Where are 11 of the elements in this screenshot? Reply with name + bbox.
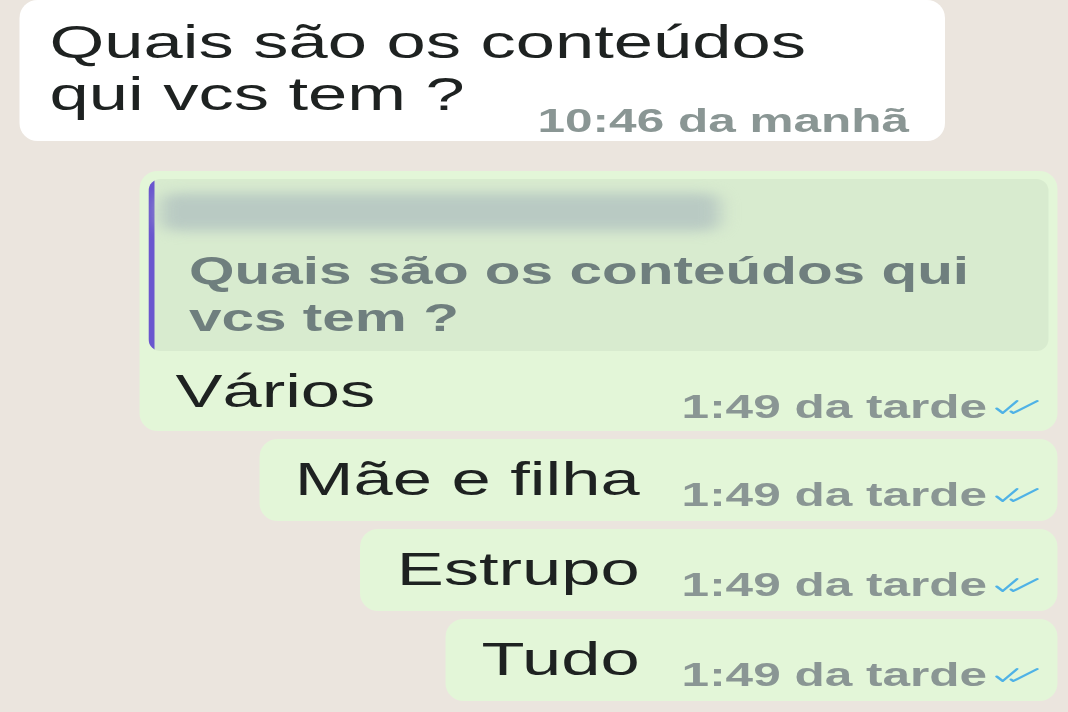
message-text: Tudo	[481, 632, 640, 685]
message-time: 1:49 da tarde	[681, 476, 987, 513]
message-time: 1:49 da tarde	[681, 388, 987, 425]
message-time: 10:46 da manhã	[537, 104, 909, 137]
quoted-message[interactable]: Quais são os conteúdos qui vcs tem ?	[148, 179, 1049, 351]
message-time: 1:49 da tarde	[681, 566, 987, 603]
message-time: 1:49 da tarde	[681, 656, 987, 693]
message-text: Estrupo	[396, 542, 640, 595]
message-text: Mãe e filha	[294, 452, 640, 505]
message-text: Vários	[175, 364, 376, 417]
quoted-text: Quais são os conteúdos qui vcs tem ?	[188, 248, 971, 341]
